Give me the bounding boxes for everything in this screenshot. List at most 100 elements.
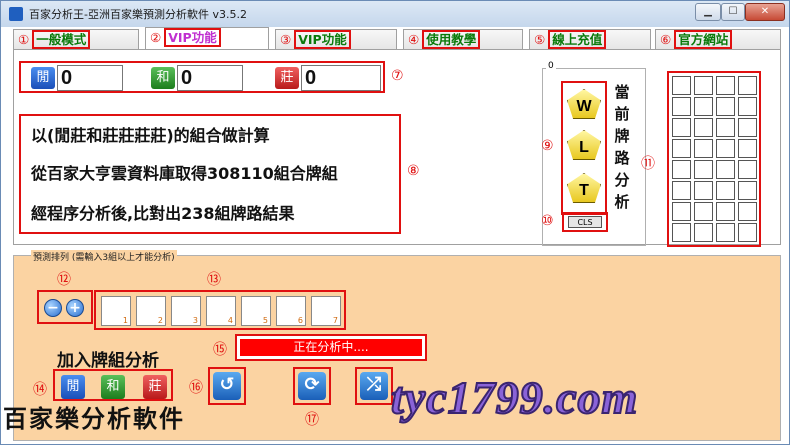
road-grid <box>667 71 761 247</box>
vertical-char: 分 <box>614 171 630 189</box>
undo-frame: ↺ <box>208 367 246 405</box>
trend-group-label: 0 <box>546 61 556 71</box>
tab-online-recharge[interactable]: ⑤ 線上充值 <box>529 29 651 51</box>
tab-label: 官方網站 <box>674 30 733 49</box>
prediction-slot[interactable]: 3 <box>171 296 201 326</box>
marker-15: ⑮ <box>213 342 227 358</box>
minimize-button[interactable]: ▁ <box>695 3 721 21</box>
add-buttons: 閒 和 莊 <box>53 369 173 401</box>
footer-title: 百家樂分析軟件 <box>3 404 185 433</box>
shuffle-frame: ⤮ <box>355 367 393 405</box>
add-player-button[interactable]: 閒 <box>61 375 85 399</box>
road-grid-cell <box>716 76 735 95</box>
road-grid-cell <box>738 181 757 200</box>
analysis-info-box: 以(閒莊和莊莊莊莊)的組合做計算 從百家大亨雲資料庫取得308110組合牌組 經… <box>19 114 401 234</box>
add-tie-button[interactable]: 和 <box>101 375 125 399</box>
player-count-field[interactable]: 0 <box>57 65 123 91</box>
info-line-result: 經程序分析後,比對出238組牌路結果 <box>31 204 295 223</box>
add-to-analysis-label: 加入牌組分析 <box>57 351 159 371</box>
banker-icon: 莊 <box>275 67 299 89</box>
road-grid-cell <box>672 118 691 137</box>
tab-label: VIP功能 <box>294 30 351 49</box>
window-title: 百家分析王-亞洲百家樂預測分析軟件 v3.5.2 <box>29 8 247 21</box>
road-grid-cell <box>716 202 735 221</box>
tab-label: 一般模式 <box>32 30 91 49</box>
tab-official-site[interactable]: ⑥ 官方網站 <box>655 29 781 51</box>
slot-number: 2 <box>157 316 163 325</box>
road-grid-cell <box>672 223 691 242</box>
info-line-combination: 以(閒莊和莊莊莊莊)的組合做計算 <box>31 126 270 145</box>
close-button[interactable]: ✕ <box>745 3 785 21</box>
road-grid-cell <box>694 223 713 242</box>
tab-number: ③ <box>280 32 292 47</box>
road-grid-cell <box>672 76 691 95</box>
road-grid-cell <box>694 181 713 200</box>
prediction-slot[interactable]: 1 <box>101 296 131 326</box>
undo-icon[interactable]: ↺ <box>213 372 241 400</box>
clear-button[interactable]: CLS <box>568 216 602 228</box>
tab-label: 使用教學 <box>422 30 481 49</box>
player-icon: 閒 <box>31 67 55 89</box>
tab-label: 線上充值 <box>548 30 607 49</box>
road-grid-cell <box>738 202 757 221</box>
banker-count-field[interactable]: 0 <box>301 65 381 91</box>
tab-tutorial[interactable]: ④ 使用教學 <box>403 29 523 51</box>
tie-icon: 和 <box>151 67 175 89</box>
road-grid-cell <box>716 160 735 179</box>
vertical-char: 前 <box>614 105 630 123</box>
plus-button[interactable]: + <box>66 299 84 317</box>
refresh-icon[interactable]: ⟳ <box>298 372 326 400</box>
info-line-database: 從百家大亨雲資料庫取得308110組合牌組 <box>31 164 338 183</box>
prediction-legend: 預測排列 (需輸入3組以上才能分析) <box>31 250 177 263</box>
minus-button[interactable]: − <box>44 299 62 317</box>
prediction-slot[interactable]: 4 <box>206 296 236 326</box>
shuffle-icon[interactable]: ⤮ <box>360 372 388 400</box>
cls-button-frame: CLS <box>562 212 608 232</box>
footer-website: tyc1799.com <box>390 371 639 424</box>
slot-number: 1 <box>122 316 128 325</box>
marker-16: ⑯ <box>189 380 203 396</box>
road-grid-cell <box>738 139 757 158</box>
tab-number: ⑤ <box>534 32 546 47</box>
prediction-slot[interactable]: 5 <box>241 296 271 326</box>
tab-vip-1[interactable]: ② VIP功能 <box>145 27 269 51</box>
vertical-char: 路 <box>614 149 630 167</box>
current-road-analysis-label: 當 前 牌 路 分 析 <box>613 81 631 213</box>
prediction-slot[interactable]: 2 <box>136 296 166 326</box>
app-window: 百家分析王-亞洲百家樂預測分析軟件 v3.5.2 ▁ ☐ ✕ ① 一般模式 ② VI… <box>0 0 790 445</box>
prediction-slot[interactable]: 7 <box>311 296 341 326</box>
road-grid-cell <box>716 118 735 137</box>
road-grid-cell <box>694 139 713 158</box>
vertical-char: 析 <box>614 193 630 211</box>
road-grid-cell <box>672 181 691 200</box>
counter-row: 閒 0 和 0 莊 0 <box>19 61 385 93</box>
analysis-status-text: 正在分析中.... <box>240 339 422 356</box>
tab-number: ④ <box>408 32 420 47</box>
maximize-button[interactable]: ☐ <box>721 3 745 21</box>
marker-13: ⑬ <box>207 272 221 288</box>
title-bar: 百家分析王-亞洲百家樂預測分析軟件 v3.5.2 ▁ ☐ ✕ <box>1 1 789 27</box>
tab-bar: ① 一般模式 ② VIP功能 ③ VIP功能 ④ 使用教學 ⑤ 線上充值 ⑥ 官方網站 <box>13 27 783 51</box>
marker-10: ⑩ <box>541 213 554 229</box>
road-grid-cell <box>738 223 757 242</box>
slot-number: 5 <box>262 316 268 325</box>
step-controls: − + <box>37 290 93 324</box>
tie-count-field[interactable]: 0 <box>177 65 243 91</box>
refresh-frame: ⟳ <box>293 367 331 405</box>
slot-number: 4 <box>227 316 233 325</box>
tab-vip-2[interactable]: ③ VIP功能 <box>275 29 397 51</box>
add-banker-button[interactable]: 莊 <box>143 375 167 399</box>
road-grid-cell <box>716 223 735 242</box>
tab-number: ⑥ <box>660 32 672 47</box>
prediction-slot[interactable]: 6 <box>276 296 306 326</box>
slot-number: 6 <box>297 316 303 325</box>
marker-12: ⑫ <box>57 272 71 288</box>
road-grid-cell <box>716 139 735 158</box>
tab-number: ① <box>18 32 30 47</box>
app-icon <box>9 7 23 21</box>
tab-label: VIP功能 <box>164 28 221 47</box>
vertical-char: 當 <box>614 83 630 101</box>
road-grid-cell <box>694 118 713 137</box>
tab-general-mode[interactable]: ① 一般模式 <box>13 29 139 51</box>
prediction-slots: 1 2 3 4 5 6 7 <box>94 290 346 330</box>
